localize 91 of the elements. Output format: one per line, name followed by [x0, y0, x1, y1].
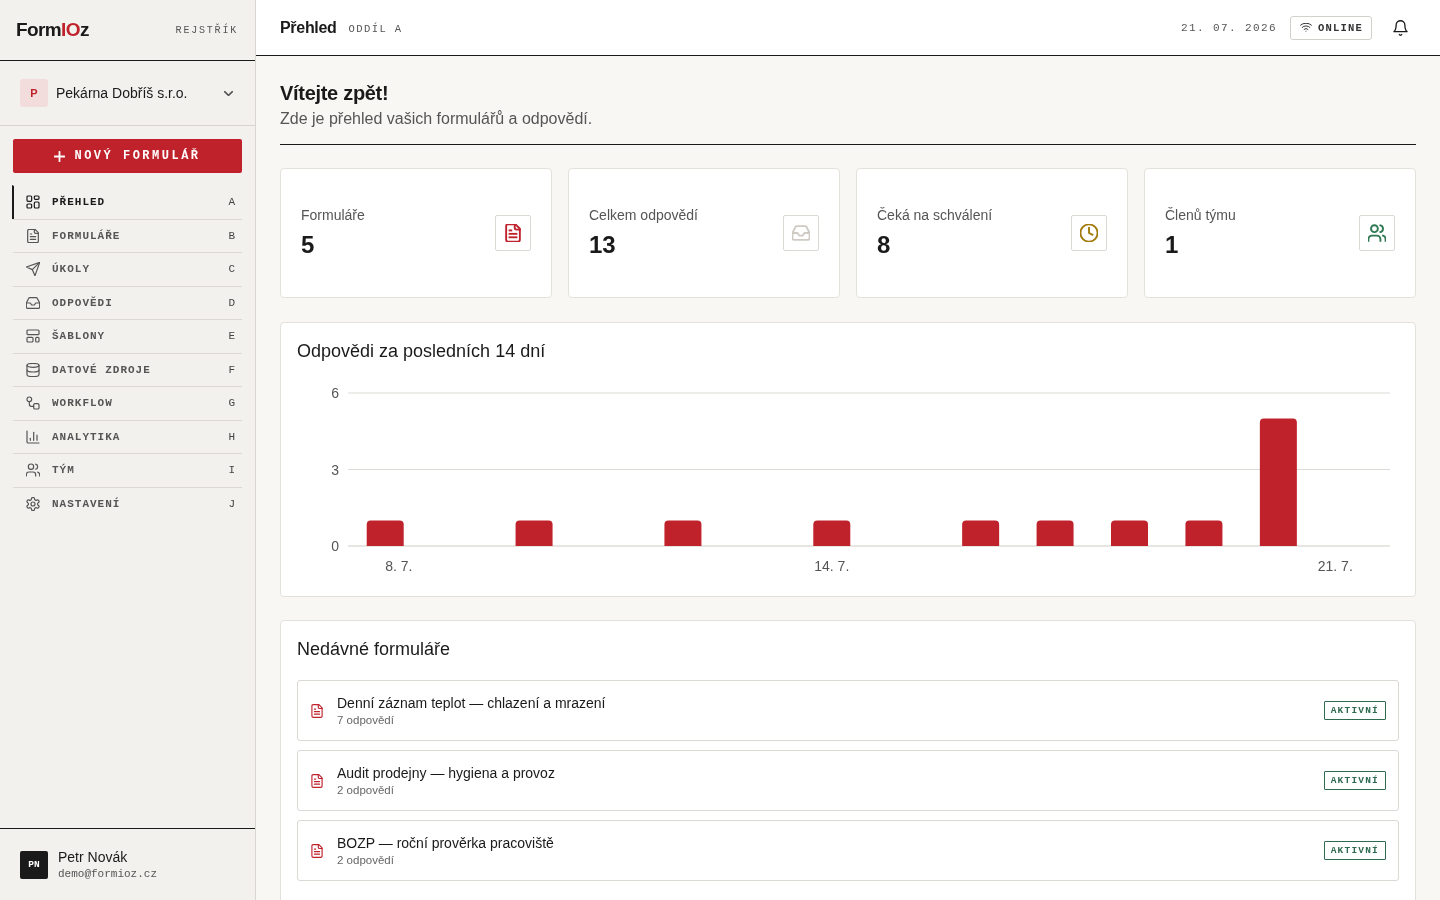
status-tag: AKTIVNÍ	[1323, 701, 1386, 720]
shortcut-key: G	[228, 397, 235, 410]
axis-label: 21. 7.	[1317, 558, 1353, 574]
stat-label: Členů týmu	[1165, 207, 1236, 223]
shortcut-key: E	[228, 330, 235, 343]
page-title: Přehled	[280, 18, 337, 37]
layout-icon	[26, 329, 40, 344]
bar-chart-icon	[26, 429, 40, 444]
shortcut-key: C	[228, 263, 235, 276]
document-icon	[310, 773, 324, 788]
stat-label: Formuláře	[301, 207, 365, 223]
chart-bar	[1111, 520, 1148, 546]
chart-bar	[1036, 520, 1074, 546]
axis-label: 0	[331, 538, 339, 554]
response-count: 2 odpovědí	[337, 854, 395, 866]
index-link[interactable]: REJSTŘÍK	[175, 24, 238, 36]
form-title: Denní záznam teplot — chlazení a mrazení	[337, 695, 606, 711]
nav-item[interactable]: ŠABLONY E	[12, 319, 242, 353]
axis-label: 8. 7.	[385, 558, 413, 574]
welcome-title: Vítejte zpět!	[280, 81, 390, 106]
nav-item[interactable]: ODPOVĚDI D	[12, 285, 242, 319]
document-icon	[26, 228, 40, 243]
stat-value: 13	[589, 231, 617, 259]
section-label: ODDÍL A	[348, 23, 403, 35]
chart-bar	[813, 520, 851, 546]
nav-item[interactable]: NASTAVENÍ J	[12, 486, 242, 520]
form-list-item[interactable]: BOZP — roční prověrka pracoviště 2 odpovědí AKTIVNÍ	[297, 820, 1399, 881]
database-icon	[26, 362, 40, 377]
stat-value: 5	[301, 231, 316, 259]
chart-bar	[962, 520, 1000, 546]
stat-label: Čeká na schválení	[877, 207, 993, 223]
nav-item[interactable]: FORMULÁŘE B	[12, 218, 242, 252]
nav-item[interactable]: TÝM I	[12, 453, 242, 487]
stat-value: 8	[877, 231, 892, 259]
wifi-icon	[1300, 22, 1312, 33]
chart-bar	[664, 520, 702, 546]
new-form-button[interactable]: NOVÝ FORMULÁŘ	[13, 139, 242, 173]
form-title: Audit prodejny — hygiena a provoz	[337, 765, 555, 781]
shortcut-key: A	[228, 196, 235, 209]
form-list-item[interactable]: Denní záznam teplot — chlazení a mrazení 7 odpovědí AKTIVNÍ	[297, 680, 1399, 741]
axis-label: 14. 7.	[814, 558, 850, 574]
axis-label: 3	[331, 461, 339, 478]
status-tag: AKTIVNÍ	[1323, 771, 1386, 790]
nav-item[interactable]: WORKFLOW G	[12, 386, 242, 420]
nav-item[interactable]: PŘEHLED A	[12, 185, 242, 219]
bell-icon[interactable]	[1393, 19, 1408, 36]
shortcut-key: H	[228, 430, 235, 443]
users-icon	[1359, 215, 1395, 251]
chevron-down-icon	[224, 90, 233, 96]
shortcut-key: J	[228, 497, 235, 510]
form-list-item[interactable]: Audit prodejny — hygiena a provoz 2 odpovědí AKTIVNÍ	[297, 750, 1399, 811]
users-icon	[26, 463, 40, 478]
response-count: 7 odpovědí	[337, 714, 395, 726]
user-name: Petr Novák	[58, 849, 129, 865]
stat-value: 1	[1165, 231, 1180, 259]
shortcut-key: D	[228, 296, 235, 309]
user-email: demo@formioz.cz	[58, 868, 158, 880]
inbox-icon	[26, 295, 40, 310]
response-count: 2 odpovědí	[337, 784, 395, 796]
settings-icon	[26, 496, 40, 511]
workflow-icon	[26, 396, 40, 411]
document-icon	[310, 843, 324, 858]
form-title: BOZP — roční prověrka pracoviště	[337, 835, 554, 851]
stat-label: Celkem odpovědí	[589, 207, 698, 223]
paper-plane-icon	[26, 262, 40, 277]
nav-item[interactable]: DATOVÉ ZDROJE F	[12, 352, 242, 386]
section-title: Nedávné formuláře	[297, 638, 452, 660]
shortcut-key: B	[228, 229, 235, 242]
plus-icon	[54, 150, 66, 162]
nav-item[interactable]: ÚKOLY C	[12, 252, 242, 286]
inbox-icon	[783, 215, 819, 251]
organization-selector[interactable]: P Pekárna Dobříš s.r.o.	[0, 61, 255, 126]
chart-bar	[366, 520, 404, 546]
shortcut-key: I	[228, 464, 235, 477]
status-tag: AKTIVNÍ	[1323, 841, 1386, 860]
status-label: ONLINE	[1318, 21, 1363, 34]
document-icon	[310, 703, 324, 718]
date-text: 21. 07. 2026	[1180, 21, 1277, 34]
grid-icon	[26, 195, 40, 210]
chart-bar	[1185, 520, 1223, 546]
shortcut-key: F	[228, 363, 235, 376]
axis-label: 6	[331, 385, 339, 401]
chart-bar	[515, 520, 553, 546]
chart-title: Odpovědi za posledních 14 dní	[297, 340, 547, 362]
org-initial: P	[20, 79, 48, 107]
user-initials: PN	[20, 850, 48, 879]
document-icon	[495, 215, 531, 251]
clock-icon	[1071, 215, 1107, 251]
nav-item[interactable]: ANALYTIKA H	[12, 419, 242, 453]
welcome-subtitle: Zde je přehled vašich formulářů a odpovědí.	[280, 109, 594, 129]
app-logo: FormIOz	[16, 19, 89, 41]
